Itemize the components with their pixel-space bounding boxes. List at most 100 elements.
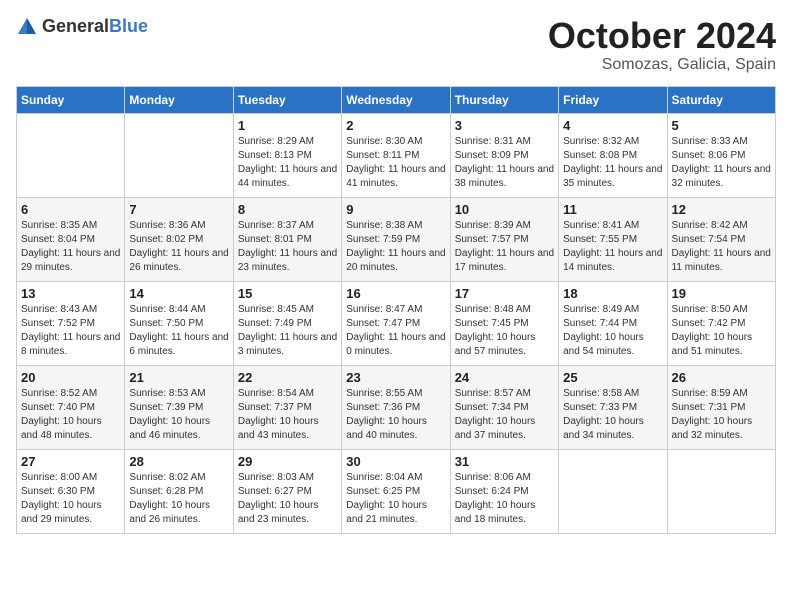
day-number: 31 [455, 454, 554, 469]
day-number: 23 [346, 370, 445, 385]
calendar-cell: 13Sunrise: 8:43 AMSunset: 7:52 PMDayligh… [17, 281, 125, 365]
day-info: Sunrise: 8:47 AMSunset: 7:47 PMDaylight:… [346, 303, 445, 359]
calendar-header-row: SundayMondayTuesdayWednesdayThursdayFrid… [17, 86, 776, 113]
title-block: October 2024 Somozas, Galicia, Spain [548, 16, 776, 74]
calendar-cell: 4 Sunrise: 8:32 AMSunset: 8:08 PMDaylight… [559, 113, 667, 197]
calendar-cell: 3 Sunrise: 8:31 AMSunset: 8:09 PMDaylight… [450, 113, 558, 197]
day-number: 17 [455, 286, 554, 301]
day-number: 16 [346, 286, 445, 301]
calendar-cell: 2Sunrise: 8:30 AMSunset: 8:11 PMDaylight… [342, 113, 450, 197]
day-number: 27 [21, 454, 120, 469]
day-number: 30 [346, 454, 445, 469]
day-number: 22 [238, 370, 337, 385]
day-info: Sunrise: 8:52 AMSunset: 7:40 PMDaylight:… [21, 387, 120, 443]
day-info: Sunrise: 8:41 AMSunset: 7:55 PMDaylight:… [563, 219, 662, 275]
calendar-cell: 31 Sunrise: 8:06 AMSunset: 6:24 PMDayligh… [450, 449, 558, 533]
day-info: Sunrise: 8:00 AMSunset: 6:30 PMDaylight:… [21, 471, 120, 527]
calendar-cell: 27 Sunrise: 8:00 AMSunset: 6:30 PMDayligh… [17, 449, 125, 533]
day-info: Sunrise: 8:49 AMSunset: 7:44 PMDaylight:… [563, 303, 662, 359]
calendar-cell: 25 Sunrise: 8:58 AMSunset: 7:33 PMDayligh… [559, 365, 667, 449]
calendar-cell: 24 Sunrise: 8:57 AMSunset: 7:34 PMDayligh… [450, 365, 558, 449]
day-number: 26 [672, 370, 771, 385]
day-info: Sunrise: 8:55 AMSunset: 7:36 PMDaylight:… [346, 387, 445, 443]
day-number: 12 [672, 202, 771, 217]
calendar-cell: 29 Sunrise: 8:03 AMSunset: 6:27 PMDayligh… [233, 449, 341, 533]
day-info: Sunrise: 8:48 AMSunset: 7:45 PMDaylight:… [455, 303, 554, 359]
day-info: Sunrise: 8:43 AMSunset: 7:52 PMDaylight:… [21, 303, 120, 359]
day-number: 20 [21, 370, 120, 385]
day-info: Sunrise: 8:58 AMSunset: 7:33 PMDaylight:… [563, 387, 662, 443]
day-number: 29 [238, 454, 337, 469]
day-info: Sunrise: 8:33 AMSunset: 8:06 PMDaylight:… [672, 135, 771, 191]
calendar-week-row: 13Sunrise: 8:43 AMSunset: 7:52 PMDayligh… [17, 281, 776, 365]
calendar-week-row: 20 Sunrise: 8:52 AMSunset: 7:40 PMDayligh… [17, 365, 776, 449]
header-monday: Monday [125, 86, 233, 113]
location-title: Somozas, Galicia, Spain [548, 56, 776, 74]
calendar-week-row: 6 Sunrise: 8:35 AMSunset: 8:04 PMDaylight… [17, 197, 776, 281]
day-number: 19 [672, 286, 771, 301]
calendar-cell: 12 Sunrise: 8:42 AMSunset: 7:54 PMDayligh… [667, 197, 775, 281]
calendar-cell: 10 Sunrise: 8:39 AMSunset: 7:57 PMDayligh… [450, 197, 558, 281]
day-number: 28 [129, 454, 228, 469]
calendar-week-row: 27 Sunrise: 8:00 AMSunset: 6:30 PMDayligh… [17, 449, 776, 533]
day-info: Sunrise: 8:29 AMSunset: 8:13 PMDaylight:… [238, 135, 337, 191]
day-number: 21 [129, 370, 228, 385]
calendar-cell [667, 449, 775, 533]
calendar-cell: 7Sunrise: 8:36 AMSunset: 8:02 PMDaylight… [125, 197, 233, 281]
calendar-cell: 22 Sunrise: 8:54 AMSunset: 7:37 PMDayligh… [233, 365, 341, 449]
day-info: Sunrise: 8:53 AMSunset: 7:39 PMDaylight:… [129, 387, 228, 443]
day-number: 14 [129, 286, 228, 301]
calendar-cell: 26 Sunrise: 8:59 AMSunset: 7:31 PMDayligh… [667, 365, 775, 449]
calendar-cell: 6 Sunrise: 8:35 AMSunset: 8:04 PMDaylight… [17, 197, 125, 281]
header-wednesday: Wednesday [342, 86, 450, 113]
day-info: Sunrise: 8:06 AMSunset: 6:24 PMDaylight:… [455, 471, 554, 527]
calendar-cell [125, 113, 233, 197]
day-number: 5 [672, 118, 771, 133]
logo: GeneralBlue [16, 16, 148, 38]
day-number: 11 [563, 202, 662, 217]
day-number: 18 [563, 286, 662, 301]
calendar-cell: 16 Sunrise: 8:47 AMSunset: 7:47 PMDayligh… [342, 281, 450, 365]
day-info: Sunrise: 8:35 AMSunset: 8:04 PMDaylight:… [21, 219, 120, 275]
day-number: 24 [455, 370, 554, 385]
header-tuesday: Tuesday [233, 86, 341, 113]
calendar-cell: 18 Sunrise: 8:49 AMSunset: 7:44 PMDayligh… [559, 281, 667, 365]
day-info: Sunrise: 8:45 AMSunset: 7:49 PMDaylight:… [238, 303, 337, 359]
header-friday: Friday [559, 86, 667, 113]
calendar-cell: 15 Sunrise: 8:45 AMSunset: 7:49 PMDayligh… [233, 281, 341, 365]
day-info: Sunrise: 8:38 AMSunset: 7:59 PMDaylight:… [346, 219, 445, 275]
calendar-cell: 14 Sunrise: 8:44 AMSunset: 7:50 PMDayligh… [125, 281, 233, 365]
calendar-cell: 1 Sunrise: 8:29 AMSunset: 8:13 PMDaylight… [233, 113, 341, 197]
header-sunday: Sunday [17, 86, 125, 113]
day-info: Sunrise: 8:04 AMSunset: 6:25 PMDaylight:… [346, 471, 445, 527]
day-info: Sunrise: 8:02 AMSunset: 6:28 PMDaylight:… [129, 471, 228, 527]
day-number: 4 [563, 118, 662, 133]
day-info: Sunrise: 8:03 AMSunset: 6:27 PMDaylight:… [238, 471, 337, 527]
day-info: Sunrise: 8:39 AMSunset: 7:57 PMDaylight:… [455, 219, 554, 275]
day-info: Sunrise: 8:54 AMSunset: 7:37 PMDaylight:… [238, 387, 337, 443]
header-thursday: Thursday [450, 86, 558, 113]
calendar-table: SundayMondayTuesdayWednesdayThursdayFrid… [16, 86, 776, 534]
day-info: Sunrise: 8:57 AMSunset: 7:34 PMDaylight:… [455, 387, 554, 443]
day-info: Sunrise: 8:42 AMSunset: 7:54 PMDaylight:… [672, 219, 771, 275]
day-number: 7 [129, 202, 228, 217]
day-info: Sunrise: 8:32 AMSunset: 8:08 PMDaylight:… [563, 135, 662, 191]
month-title: October 2024 [548, 16, 776, 56]
calendar-cell: 20 Sunrise: 8:52 AMSunset: 7:40 PMDayligh… [17, 365, 125, 449]
day-number: 15 [238, 286, 337, 301]
day-info: Sunrise: 8:37 AMSunset: 8:01 PMDaylight:… [238, 219, 337, 275]
calendar-cell [17, 113, 125, 197]
calendar-cell: 17 Sunrise: 8:48 AMSunset: 7:45 PMDayligh… [450, 281, 558, 365]
day-number: 10 [455, 202, 554, 217]
day-number: 25 [563, 370, 662, 385]
day-number: 3 [455, 118, 554, 133]
day-info: Sunrise: 8:31 AMSunset: 8:09 PMDaylight:… [455, 135, 554, 191]
day-number: 6 [21, 202, 120, 217]
day-number: 9 [346, 202, 445, 217]
day-info: Sunrise: 8:59 AMSunset: 7:31 PMDaylight:… [672, 387, 771, 443]
day-info: Sunrise: 8:44 AMSunset: 7:50 PMDaylight:… [129, 303, 228, 359]
calendar-cell: 5 Sunrise: 8:33 AMSunset: 8:06 PMDaylight… [667, 113, 775, 197]
day-number: 1 [238, 118, 337, 133]
day-number: 2 [346, 118, 445, 133]
logo-icon [16, 16, 38, 38]
